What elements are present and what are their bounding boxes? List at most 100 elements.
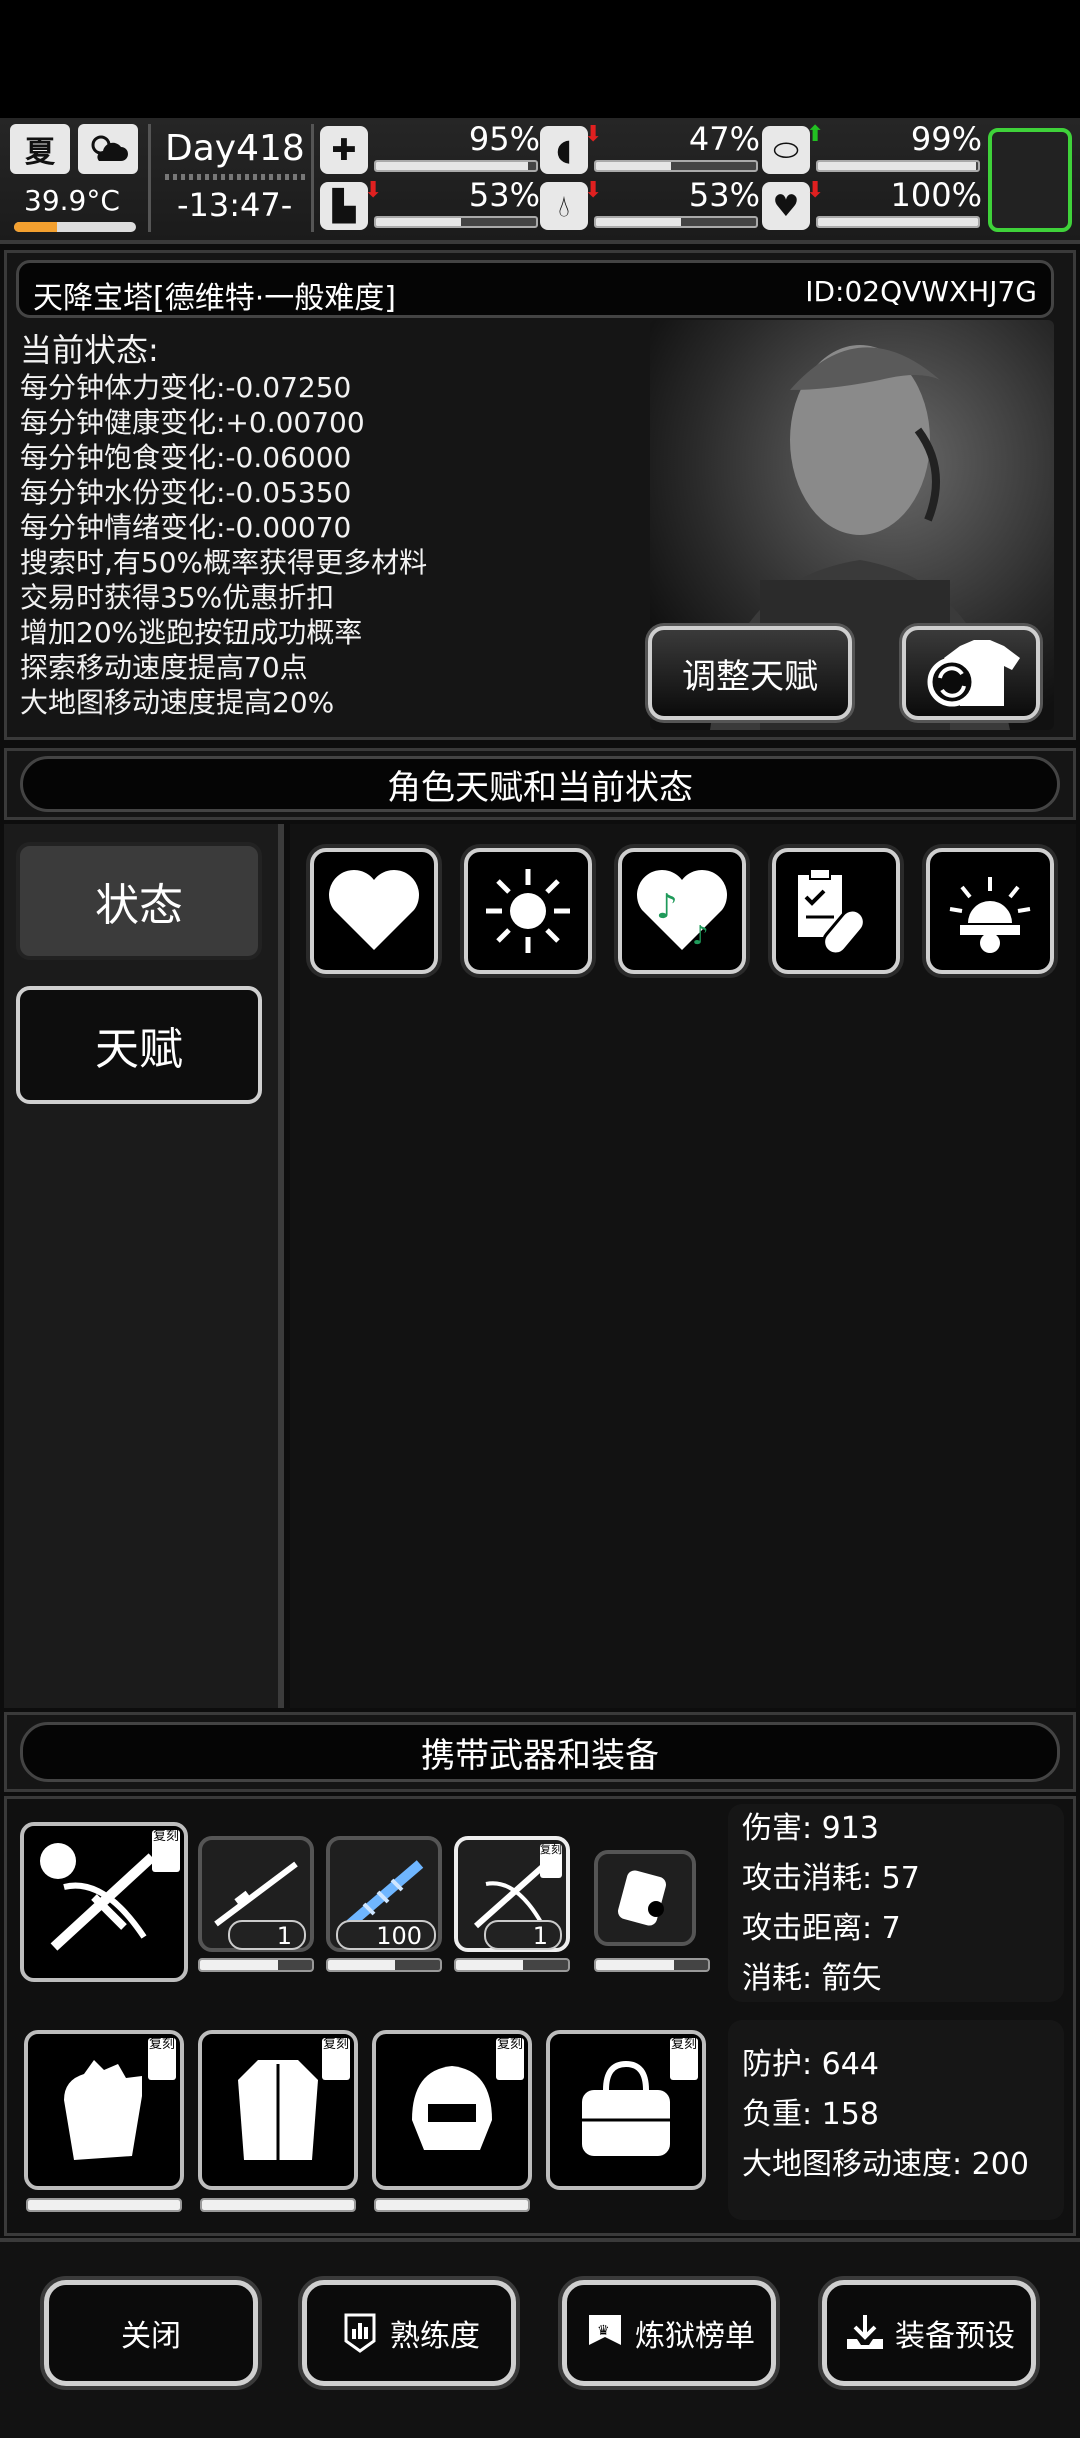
weapon-slot-3[interactable]: 100 (326, 1836, 442, 1952)
armor-slot-gloves[interactable]: 复刻 (24, 2030, 184, 2190)
bag-icon (582, 2060, 670, 2156)
health-stat: ⬭ ⬆ 99% (762, 120, 982, 180)
talent-section-title: 角色天赋和当前状态 (20, 756, 1060, 812)
medkit-icon: ✚ (320, 126, 368, 174)
status-line: 每分钟水份变化:-0.05350 (20, 476, 352, 509)
copy-tag: 复刻 (496, 2038, 524, 2080)
heart-icon: ♥ (762, 182, 810, 230)
quick-slot-button[interactable] (988, 128, 1072, 232)
tab-talent[interactable]: 天赋 (16, 986, 262, 1104)
status-effect-alarm[interactable] (926, 848, 1054, 974)
game-time: -13:47- (177, 186, 293, 224)
trend-down-icon: ⬇ (584, 122, 603, 147)
season-label: 夏 (25, 135, 55, 170)
copy-tag: 复刻 (322, 2038, 350, 2080)
music-heart-icon: ♪♪ (637, 870, 727, 951)
download-tray-icon (847, 2315, 883, 2349)
ammo-count: 1 (484, 1920, 562, 1950)
copy-tag: 复刻 (670, 2038, 698, 2080)
status-text-block: 当前状态: 每分钟体力变化:-0.07250 每分钟健康变化:+0.00700 … (20, 330, 427, 720)
temperature-value: 39.9°C (24, 184, 120, 217)
attack-cost-stat: 攻击消耗: 57 (742, 1861, 920, 1896)
copy-tag: 复刻 (152, 1830, 180, 1872)
fatigue-stat: ▙ ⬇ 53% (320, 176, 540, 236)
status-line: 每分钟体力变化:-0.07250 (20, 371, 352, 404)
sun-icon (486, 869, 570, 953)
status-effect-medicine[interactable] (772, 848, 900, 974)
trend-down-icon: ⬇ (364, 178, 383, 203)
pill-icon: ⬭ (762, 126, 810, 174)
water-drop-icon: 💧︎ (540, 182, 588, 230)
status-effect-sun[interactable] (464, 848, 592, 974)
heart-icon (329, 870, 419, 950)
weapon-slot-2[interactable]: 1 (198, 1836, 314, 1952)
status-line: 大地图移动速度提高20% (20, 686, 335, 719)
leaderboard-label: 炼狱榜单 (635, 2319, 755, 2354)
weapon-slot-5[interactable] (594, 1850, 696, 1946)
equipment-preset-button[interactable]: 装备预设 (822, 2280, 1036, 2386)
game-screen: 夏 39.9°C Day418 -13:47- ✚ 95% ◖ ⬇ 47% ⬭ … (0, 0, 1080, 2438)
stat-bar (374, 160, 538, 172)
svg-text:♛: ♛ (597, 2323, 610, 2339)
stat-value: 47% (688, 120, 760, 158)
day-counter: Day418 (165, 128, 305, 169)
tab-status[interactable]: 状态 (16, 842, 262, 960)
durability-bar (374, 2198, 530, 2212)
trend-down-icon: ⬇ (806, 178, 825, 203)
armor-stats: 防护: 644 负重: 158 大地图移动速度: 200 (728, 2020, 1064, 2220)
stat-bar (374, 216, 538, 228)
stat-value: 95% (468, 120, 540, 158)
damage-stat: 伤害: 913 (742, 1811, 879, 1846)
status-line: 探索移动速度提高70点 (20, 651, 308, 684)
weapon-slot-main[interactable]: 复刻 (20, 1822, 188, 1982)
boot-icon: ▙ (320, 182, 368, 230)
durability-bar (198, 1958, 314, 1972)
durability-bar (26, 2198, 182, 2212)
status-effect-music-heart[interactable]: ♪ ♪ (618, 848, 746, 974)
durability-bar (454, 1958, 570, 1972)
coat-icon (238, 2060, 318, 2160)
stat-value: 53% (468, 176, 540, 214)
trend-up-icon: ⬆ (806, 122, 825, 147)
map-speed-stat: 大地图移动速度: 200 (742, 2147, 1029, 2182)
ammo-count: 100 (336, 1920, 436, 1950)
armor-slot-helmet[interactable]: 复刻 (372, 2030, 532, 2190)
adjust-talent-button[interactable]: 调整天赋 (648, 626, 852, 720)
stat-bar (816, 216, 980, 228)
status-line: 每分钟饱食变化:-0.06000 (20, 441, 352, 474)
hunger-stat: ◖ ⬇ 47% (540, 120, 760, 180)
copy-tag: 复刻 (148, 2038, 176, 2080)
stat-value: 100% (890, 176, 982, 214)
close-label: 关闭 (121, 2319, 181, 2354)
day-clock: Day418 -13:47- (148, 124, 314, 232)
banner-icon: ♛ (589, 2315, 621, 2345)
status-effect-heart[interactable] (310, 848, 438, 974)
svg-text:♪: ♪ (656, 887, 678, 927)
save-title: 天降宝塔[德维特·一般难度] (33, 281, 396, 316)
leaderboard-button[interactable]: ♛ 炼狱榜单 (562, 2280, 776, 2386)
proficiency-icon (344, 2313, 376, 2353)
armor-slot-bag[interactable]: 复刻 (546, 2030, 706, 2190)
ammo-type-stat: 消耗: 箭矢 (742, 1961, 882, 1996)
medicine-icon (798, 868, 866, 956)
status-bar-area (0, 0, 1080, 118)
outfit-swap-icon (927, 640, 1020, 707)
status-line: 增加20%逃跑按钮成功概率 (20, 616, 363, 649)
armor-slot-coat[interactable]: 复刻 (198, 2030, 358, 2190)
weapon-slot-4[interactable]: 复刻 1 (454, 1836, 570, 1952)
alarm-light-icon (949, 877, 1031, 953)
water-stat: 💧︎ ⬇ 53% (540, 176, 760, 236)
proficiency-button[interactable]: 熟练度 (302, 2280, 516, 2386)
change-outfit-button[interactable] (902, 626, 1040, 720)
ammo-count: 1 (228, 1920, 306, 1950)
helmet-icon (412, 2066, 492, 2150)
svg-text:♪: ♪ (692, 921, 709, 951)
equipment-section-title: 携带武器和装备 (20, 1722, 1060, 1782)
player-id: ID:02QVWXHJ7G (805, 275, 1037, 308)
weapon-stats: 伤害: 913 攻击消耗: 57 攻击距离: 7 消耗: 箭矢 (728, 1804, 1064, 2002)
attack-range-stat: 攻击距离: 7 (742, 1911, 901, 1946)
mood-stat: ♥ ⬇ 100% (762, 176, 982, 236)
close-button[interactable]: 关闭 (44, 2280, 258, 2386)
status-line: 每分钟健康变化:+0.00700 (20, 406, 365, 439)
status-line: 每分钟情绪变化:-0.00070 (20, 511, 352, 544)
